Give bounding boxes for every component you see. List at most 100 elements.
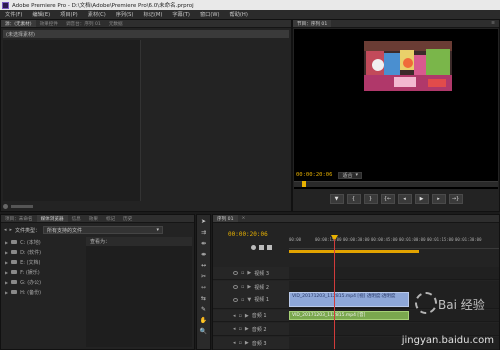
nav-back-icon[interactable]: ◂ [4,227,7,233]
drive-item[interactable]: ▶ G: (办公) [1,277,81,287]
expand-arrow-icon[interactable]: ▶ [245,340,249,346]
menu-help[interactable]: 帮助(H) [225,11,253,18]
lock-icon[interactable]: ▫ [239,326,242,332]
marker-icon[interactable] [259,245,264,250]
expand-arrow-icon[interactable]: ▶ [5,270,8,275]
collapse-arrow-icon[interactable]: ▼ [247,297,251,303]
ripple-edit-tool-icon[interactable]: ⇹ [198,238,209,248]
rate-stretch-tool-icon[interactable]: ↔ [198,260,209,270]
play-icon[interactable]: ▶ [414,194,429,204]
link-icon[interactable] [267,245,272,250]
expand-arrow-icon[interactable]: ▶ [5,250,8,255]
playhead-line[interactable] [334,239,335,349]
pen-tool-icon[interactable]: ✎ [198,304,209,314]
expand-arrow-icon[interactable]: ▶ [247,284,251,290]
step-forward-frame-icon[interactable]: ▸ [431,194,446,204]
expand-arrow-icon[interactable]: ▶ [247,270,251,276]
menu-file[interactable]: 文件(F) [0,11,27,18]
step-back-frame-icon[interactable]: ◂ [397,194,412,204]
slide-tool-icon[interactable]: ⇆ [198,293,209,303]
program-ruler[interactable] [294,181,498,187]
tab-media-browser[interactable]: 媒体浏览器 [36,215,68,222]
tab-effects[interactable]: 效果 [85,216,102,222]
menu-sequence[interactable]: 序列(S) [111,11,139,18]
menu-bar: 文件(F) 编辑(E) 项目(P) 素材(C) 序列(S) 标记(M) 字幕(T… [0,10,500,19]
step-back-icon[interactable]: {← [380,194,395,204]
tab-source[interactable]: 源：(无素材) [1,20,36,27]
collapse-arrow-icon[interactable]: ▶ [245,313,249,319]
ruler-tick-label: 00:00:45:00 [371,237,398,242]
file-type-label: 文件类型： [15,227,41,234]
menu-window[interactable]: 窗口(W) [195,11,225,18]
track-video-3: ▫ ▶ 视频 3 [213,267,499,280]
menu-edit[interactable]: 编辑(E) [27,11,55,18]
razor-tool-icon[interactable]: ✂ [198,271,209,281]
lock-icon[interactable]: ▫ [241,297,244,303]
go-to-out-icon[interactable]: →} [448,194,463,204]
menu-marker[interactable]: 标记(M) [138,11,167,18]
mark-in-icon[interactable]: ▼ [329,194,344,204]
slip-tool-icon[interactable]: ⇿ [198,282,209,292]
drive-icon [11,250,18,254]
drive-item[interactable]: ▶ C: (本地) [1,237,81,247]
audio-clip[interactable]: VID_20171203_112815.mp4 [音] [289,311,409,320]
expand-arrow-icon[interactable]: ▶ [5,290,8,295]
expand-arrow-icon[interactable]: ▶ [245,326,249,332]
drive-item[interactable]: ▶ H: (备份) [1,287,81,297]
zoom-tool-icon[interactable]: 🔍 [198,326,209,336]
ruler-tick-label: 00:00 [289,237,302,242]
program-timecode[interactable]: 00:00:20:06 [296,172,332,178]
menu-clip[interactable]: 素材(C) [83,11,111,18]
tab-history[interactable]: 历史 [119,216,136,222]
menu-title[interactable]: 字幕(T) [167,11,195,18]
speaker-icon[interactable]: ◂ [233,313,236,319]
lock-icon[interactable]: ▫ [241,284,244,290]
timeline-ruler[interactable]: 00:00 00:00:15:00 00:00:30:00 00:00:45:0… [289,235,499,249]
speaker-icon[interactable]: ◂ [233,326,236,332]
menu-project[interactable]: 项目(P) [55,11,83,18]
drive-tree: ▶ C: (本地) ▶ D: (软件) ▶ E: (文档) ▶ F: (娱乐) ▶ G: … [1,237,81,297]
selection-tool-icon[interactable]: ➤ [198,216,209,226]
panel-menu-icon[interactable]: ≡ [487,21,499,26]
track-header: ▫ ▶ 视频 3 [213,267,289,280]
go-to-in-icon[interactable]: } [363,194,378,204]
lock-icon[interactable]: ▫ [239,313,242,319]
zoom-circle-icon[interactable] [3,203,8,209]
fit-select[interactable]: 适合 ▾ [338,171,362,179]
work-area-bar[interactable] [289,250,419,253]
nav-forward-icon[interactable]: ▸ [10,227,13,233]
lock-icon[interactable]: ▫ [239,340,242,346]
drive-item[interactable]: ▶ F: (娱乐) [1,267,81,277]
premiere-app-icon [2,1,9,9]
timeline-timecode[interactable]: 00:00:20:06 [228,231,268,238]
drive-item[interactable]: ▶ E: (文档) [1,257,81,267]
eye-icon[interactable] [233,285,238,289]
lock-icon[interactable]: ▫ [241,270,244,276]
tab-audio-mixer[interactable]: 调音台：序列 01 [62,21,105,27]
video-clip[interactable]: VID_20171203_112815.mp4 [视] 透明度:透明度 [289,292,409,307]
tab-metadata[interactable]: 元数据 [105,21,127,27]
snap-icon[interactable] [251,245,256,250]
eye-icon[interactable] [233,297,238,302]
rolling-edit-tool-icon[interactable]: ⇼ [198,249,209,259]
expand-arrow-icon[interactable]: ▶ [5,240,8,245]
expand-arrow-icon[interactable]: ▶ [5,280,8,285]
close-icon[interactable]: × [238,216,250,221]
drive-item[interactable]: ▶ D: (软件) [1,247,81,257]
file-type-select[interactable]: 所有支持的文件 ▾ [43,226,164,234]
tab-project[interactable]: 项目：未命名 [1,216,37,222]
speaker-icon[interactable]: ◂ [233,340,236,346]
eye-icon[interactable] [233,271,238,275]
tab-markers[interactable]: 标记 [102,216,119,222]
track-body[interactable] [289,267,499,280]
tab-info[interactable]: 信息 [68,216,85,222]
tab-program[interactable]: 节目：序列 01 [293,20,332,27]
tab-effect-controls[interactable]: 效果控件 [36,21,62,27]
tab-sequence[interactable]: 序列 01 [213,215,238,222]
track-select-tool-icon[interactable]: ⇉ [198,227,209,237]
program-playhead-icon[interactable] [302,181,306,187]
zoom-slider[interactable] [11,204,33,208]
hand-tool-icon[interactable]: ✋ [198,315,209,325]
expand-arrow-icon[interactable]: ▶ [5,260,8,265]
mark-out-icon[interactable]: { [346,194,361,204]
